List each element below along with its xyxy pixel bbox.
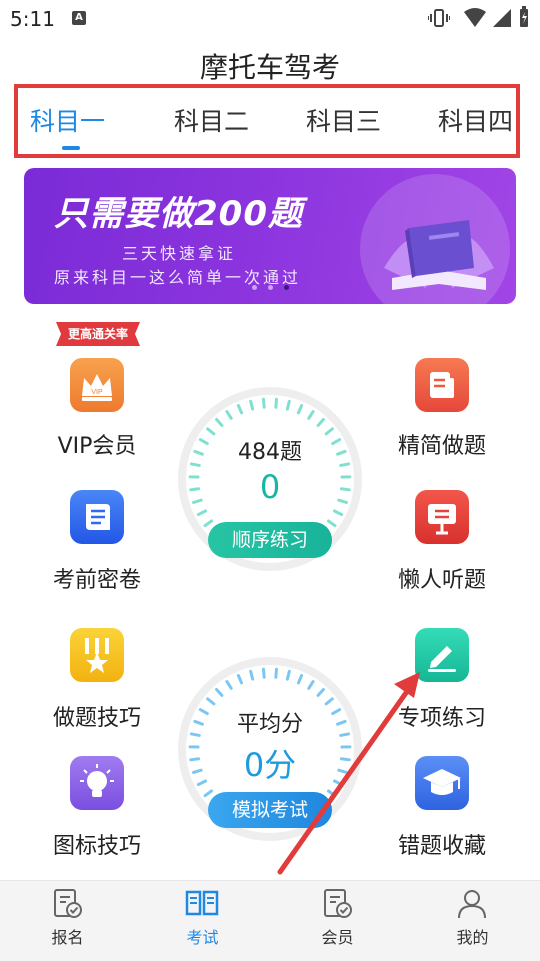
- graduation-cap-icon[interactable]: [415, 756, 469, 810]
- sequential-practice-button[interactable]: 顺序练习: [208, 522, 332, 558]
- skills-label[interactable]: 做题技巧: [17, 700, 177, 732]
- tab-subject-4[interactable]: 科目四: [438, 102, 513, 138]
- wifi-icon: [463, 8, 487, 28]
- battery-icon: [518, 6, 530, 28]
- nav-register-label[interactable]: 报名: [0, 924, 135, 948]
- status-time: 5:11: [10, 7, 55, 31]
- podcast-icon[interactable]: [415, 490, 469, 544]
- notes-icon[interactable]: [415, 358, 469, 412]
- vibrate-icon: [428, 8, 450, 28]
- banner-subtitle-2: 原来科目一这么简单一次通过: [54, 264, 301, 288]
- tab-subject-1[interactable]: 科目一: [30, 102, 105, 138]
- register-icon[interactable]: [52, 888, 84, 920]
- wrong-collection-label[interactable]: 错题收藏: [362, 828, 522, 860]
- member-icon[interactable]: [322, 888, 354, 920]
- lazy-listen-label[interactable]: 懒人听题: [362, 562, 522, 594]
- practice-progress-value: 0: [175, 468, 365, 506]
- promo-banner[interactable]: 只需要做200题 三天快速拿证 原来科目一这么简单一次通过: [24, 168, 516, 304]
- signal-icon: [492, 7, 512, 29]
- pass-rate-badge: 更高通关率: [56, 322, 140, 346]
- nav-exam-label[interactable]: 考试: [135, 924, 270, 948]
- document-icon[interactable]: [70, 490, 124, 544]
- banner-dot-active: [284, 285, 289, 290]
- nav-member-label[interactable]: 会员: [270, 924, 405, 948]
- book-illustration-icon: [374, 198, 504, 298]
- banner-dot: [268, 285, 273, 290]
- tab-subject-3[interactable]: 科目三: [306, 102, 381, 138]
- banner-subtitle-1: 三天快速拿证: [122, 240, 236, 264]
- tab-subject-2[interactable]: 科目二: [174, 102, 249, 138]
- concise-practice-label[interactable]: 精简做题: [362, 428, 522, 460]
- status-bar: 5:11 A: [0, 0, 540, 36]
- average-score-value: 0分: [175, 740, 365, 786]
- question-count: 484题: [175, 434, 365, 466]
- person-icon[interactable]: [456, 888, 488, 920]
- lightbulb-icon[interactable]: [70, 756, 124, 810]
- banner-dot: [252, 285, 257, 290]
- crown-icon[interactable]: VIP: [70, 358, 124, 412]
- banner-title: 只需要做200题: [54, 186, 303, 235]
- tab-indicator: [62, 146, 80, 150]
- svg-text:VIP: VIP: [91, 389, 103, 396]
- page-title: 摩托车驾考: [0, 46, 540, 86]
- notification-icon: A: [72, 11, 86, 25]
- medal-icon[interactable]: [70, 628, 124, 682]
- exam-paper-label[interactable]: 考前密卷: [17, 562, 177, 594]
- average-score-caption: 平均分: [175, 706, 365, 738]
- icon-skills-label[interactable]: 图标技巧: [17, 828, 177, 860]
- vip-member-label[interactable]: VIP会员: [17, 428, 177, 460]
- special-practice-label[interactable]: 专项练习: [362, 700, 522, 732]
- nav-mine-label[interactable]: 我的: [405, 924, 540, 948]
- mock-exam-button[interactable]: 模拟考试: [208, 792, 332, 828]
- pencil-icon[interactable]: [415, 628, 469, 682]
- book-icon[interactable]: [185, 888, 219, 918]
